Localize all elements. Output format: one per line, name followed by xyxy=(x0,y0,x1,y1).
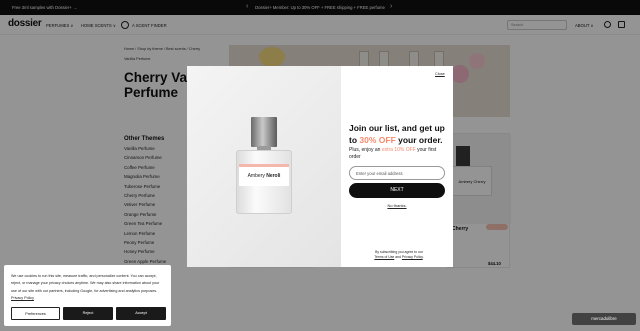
perfume-bottle-image: Ambery Neroli xyxy=(187,66,341,267)
signup-modal: Ambery Neroli Close Join our list, and g… xyxy=(187,66,453,267)
bottle-label: Ambery Neroli xyxy=(239,164,289,186)
close-button[interactable]: Close xyxy=(435,72,445,76)
privacy-link[interactable]: Privacy Policy xyxy=(402,255,423,259)
cookie-text: We use cookies to run this site, measure… xyxy=(11,274,160,301)
terms-notice: By subscribing you agree to our Terms of… xyxy=(374,250,424,259)
next-button[interactable]: NEXT xyxy=(349,183,445,198)
email-field[interactable]: Enter your email address xyxy=(349,166,445,180)
cookie-banner: We use cookies to run this site, measure… xyxy=(4,265,171,326)
privacy-policy-link[interactable]: Privacy Policy xyxy=(11,296,34,300)
terms-link[interactable]: Terms of Use xyxy=(374,255,394,259)
accept-button[interactable]: Accept xyxy=(116,307,166,320)
no-thanks-link[interactable]: No thanks. xyxy=(349,203,445,208)
preferences-button[interactable]: Preferences xyxy=(11,307,60,320)
modal-subtext: Plus, enjoy an extra 10% OFF your first … xyxy=(349,147,437,160)
reject-button[interactable]: Reject xyxy=(63,307,113,320)
modal-headline: Join our list, and get up to 30% OFF you… xyxy=(349,123,445,145)
watermark-logo: mercadolibre xyxy=(572,313,636,325)
